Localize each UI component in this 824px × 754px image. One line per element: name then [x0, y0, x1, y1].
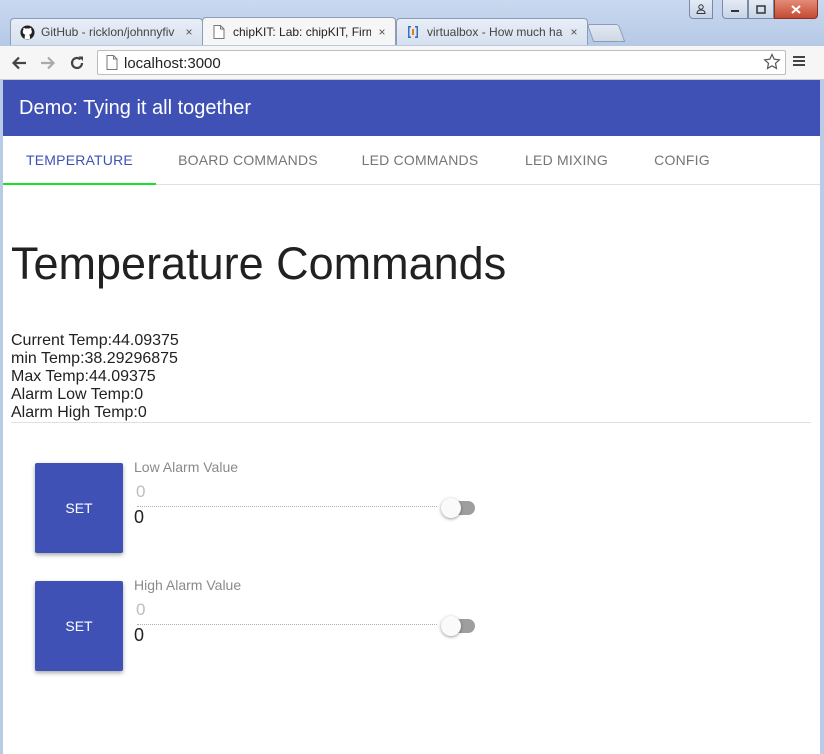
serverfault-icon — [405, 24, 421, 40]
browser-titlebar: GitHub - ricklon/johnnyfiv × chipKIT: La… — [0, 0, 824, 46]
restore-button[interactable] — [748, 0, 774, 19]
page-title: Temperature Commands — [11, 238, 507, 289]
forward-arrow-icon — [41, 56, 56, 70]
minimize-button[interactable] — [722, 0, 748, 19]
restore-icon — [756, 4, 766, 14]
browser-menu-button[interactable] — [792, 54, 812, 72]
tab-title: GitHub - ricklon/johnnyfiv — [41, 25, 175, 39]
new-tab-button[interactable] — [586, 24, 626, 42]
alarm-high-temp: Alarm High Temp:0 — [11, 404, 147, 421]
tab-title: chipKIT: Lab: chipKIT, Firm — [233, 24, 371, 39]
tab-led-mixing[interactable]: LED MIXING — [500, 136, 633, 184]
tab-temperature[interactable]: TEMPERATURE — [3, 136, 156, 185]
tab-config[interactable]: CONFIG — [633, 136, 731, 184]
back-arrow-icon — [11, 56, 26, 70]
app-tabs: TEMPERATURE BOARD COMMANDS LED COMMANDS … — [3, 136, 820, 185]
reload-button[interactable] — [66, 52, 88, 74]
reload-icon — [70, 56, 84, 70]
back-button[interactable] — [8, 52, 30, 74]
app-bar: Demo: Tying it all together — [3, 80, 820, 136]
close-icon — [791, 4, 801, 14]
section-divider — [11, 422, 811, 423]
temperature-stats: Current Temp:44.09375 min Temp:38.292968… — [11, 332, 179, 422]
bookmark-star-icon[interactable] — [763, 53, 781, 76]
browser-tab-virtualbox[interactable]: virtualbox - How much ha × — [396, 18, 588, 45]
high-alarm-toggle[interactable] — [441, 614, 477, 638]
tab-board-commands[interactable]: BOARD COMMANDS — [156, 136, 340, 184]
current-temp: Current Temp:44.09375 — [11, 332, 179, 349]
min-temp: min Temp:38.29296875 — [11, 350, 178, 367]
tab-title: virtualbox - How much ha — [427, 25, 563, 39]
close-icon[interactable]: × — [567, 25, 581, 39]
high-alarm-label: High Alarm Value — [134, 577, 242, 593]
forward-button[interactable] — [37, 52, 59, 74]
browser-toolbar: localhost:3000 — [0, 46, 824, 80]
minimize-icon — [731, 10, 739, 12]
user-profile-button[interactable] — [689, 0, 713, 19]
low-alarm-label: Low Alarm Value — [134, 459, 239, 475]
address-bar[interactable]: localhost:3000 — [97, 50, 786, 75]
close-icon[interactable]: × — [375, 25, 389, 39]
high-alarm-value: 0 — [134, 625, 145, 645]
page-icon — [211, 24, 227, 40]
github-icon — [19, 24, 35, 40]
url-text: localhost:3000 — [124, 55, 221, 72]
close-window-button[interactable] — [774, 0, 818, 19]
tab-led-commands[interactable]: LED COMMANDS — [340, 136, 500, 184]
low-alarm-slider-placeholder: 0 — [136, 482, 146, 501]
page-icon — [106, 55, 118, 75]
max-temp: Max Temp:44.09375 — [11, 368, 156, 385]
low-alarm-value: 0 — [134, 507, 145, 527]
browser-tab-chipkit[interactable]: chipKIT: Lab: chipKIT, Firm × — [202, 17, 396, 45]
toggle-thumb — [441, 616, 461, 636]
low-alarm-slider[interactable] — [137, 506, 437, 507]
high-alarm-slider-placeholder: 0 — [136, 600, 146, 619]
alarm-low-temp: Alarm Low Temp:0 — [11, 386, 144, 403]
low-alarm-toggle[interactable] — [441, 496, 477, 520]
hamburger-menu-icon — [793, 56, 805, 66]
page-viewport: Demo: Tying it all together TEMPERATURE … — [3, 80, 820, 754]
user-icon — [696, 4, 706, 14]
toggle-thumb — [441, 498, 461, 518]
set-high-alarm-button[interactable]: SET — [35, 581, 123, 671]
close-icon[interactable]: × — [182, 25, 196, 39]
high-alarm-slider[interactable] — [137, 624, 437, 625]
set-low-alarm-button[interactable]: SET — [35, 463, 123, 553]
app-title: Demo: Tying it all together — [19, 97, 251, 119]
browser-tab-github[interactable]: GitHub - ricklon/johnnyfiv × — [10, 18, 203, 45]
